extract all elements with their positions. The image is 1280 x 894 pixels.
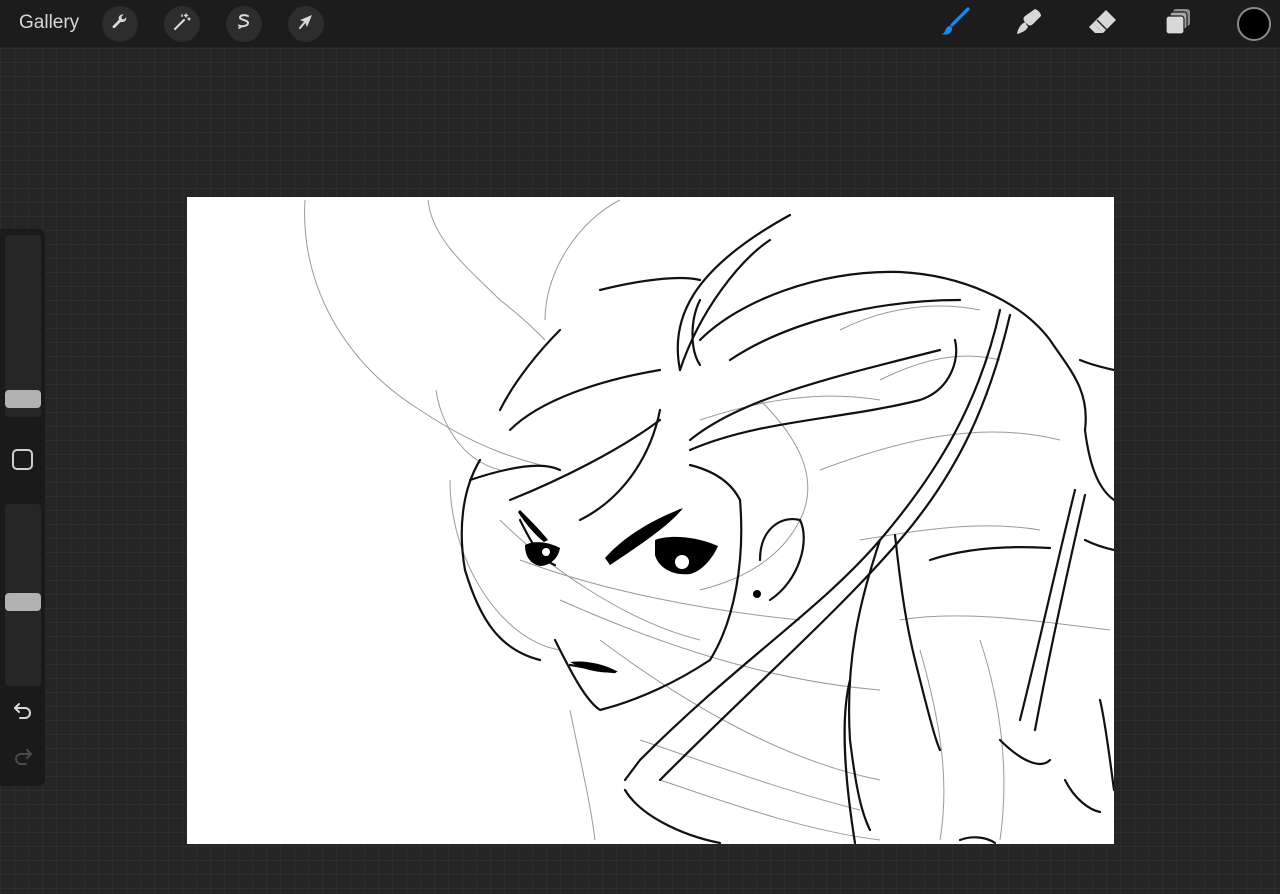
redo-arrow-icon — [12, 746, 34, 771]
magic-wand-icon — [172, 12, 192, 37]
line-art-sketch — [304, 199, 1114, 844]
gallery-button[interactable]: Gallery — [19, 12, 79, 34]
undo-arrow-icon — [12, 700, 34, 725]
procreate-app: Gallery — [0, 0, 1280, 894]
eraser-icon — [1087, 6, 1119, 43]
wrench-icon — [110, 12, 130, 37]
top-toolbar: Gallery — [0, 0, 1280, 47]
arrow-cursor-icon — [296, 12, 316, 37]
eraser-tool-button[interactable] — [1083, 4, 1123, 44]
opacity-thumb[interactable] — [5, 593, 41, 611]
smudge-tool-button[interactable] — [1009, 4, 1049, 44]
transform-button[interactable] — [288, 6, 324, 42]
layers-button[interactable] — [1158, 4, 1198, 44]
adjustments-button[interactable] — [164, 6, 200, 42]
redo-button[interactable] — [9, 746, 37, 770]
brush-size-thumb[interactable] — [5, 390, 41, 408]
brush-icon — [939, 6, 971, 43]
layers-icon — [1162, 6, 1194, 43]
brush-size-slider[interactable] — [5, 235, 41, 417]
left-sidebar — [0, 229, 45, 786]
drawing-canvas[interactable] — [187, 197, 1114, 844]
smudge-icon — [1013, 6, 1045, 43]
brush-tool-button[interactable] — [935, 4, 975, 44]
actions-button[interactable] — [102, 6, 138, 42]
undo-button[interactable] — [9, 700, 37, 724]
modify-button[interactable] — [12, 449, 33, 470]
selection-s-icon — [234, 12, 254, 37]
color-picker-button[interactable] — [1237, 7, 1271, 41]
opacity-slider[interactable] — [5, 504, 41, 686]
selection-button[interactable] — [226, 6, 262, 42]
